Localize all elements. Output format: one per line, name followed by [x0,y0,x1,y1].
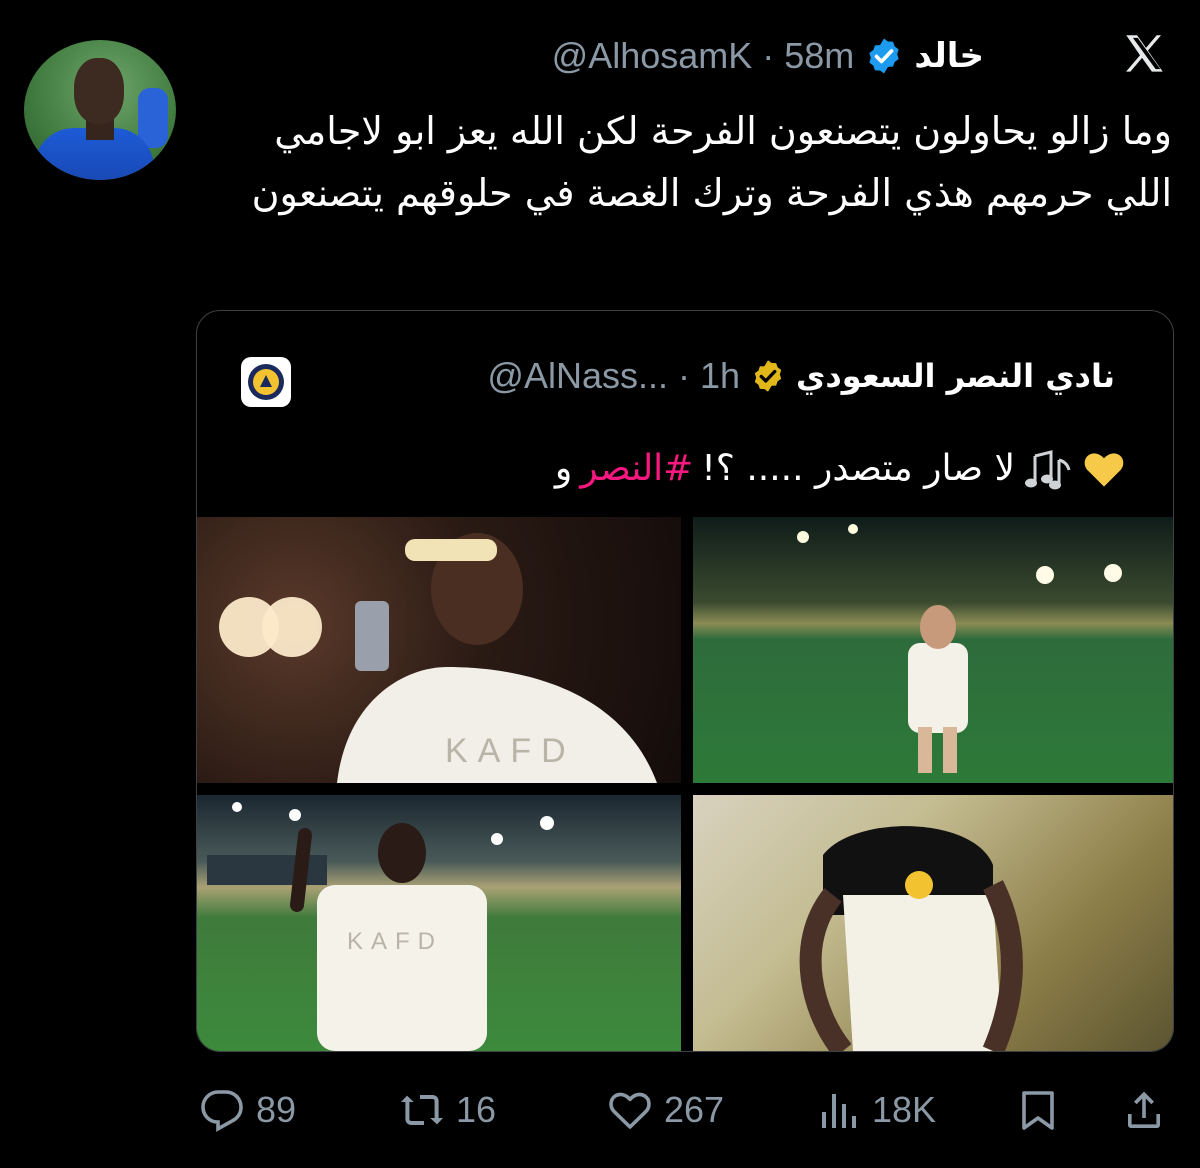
author-avatar[interactable] [24,40,176,180]
like-count: 267 [664,1089,725,1130]
quoted-author-name[interactable]: نادي النصر السعودي [796,357,1115,395]
x-logo-icon[interactable] [1120,30,1170,80]
media-grid: KAFD KAFD [197,517,1173,1051]
svg-text:KAFD: KAFD [347,928,443,955]
tweet-text: وما زالو يحاولون يتصنعون الفرحة لكن الله… [251,109,1172,215]
views-button[interactable]: 18K [814,1084,936,1136]
reply-button[interactable]: 89 [198,1084,296,1136]
al-nassr-logo[interactable] [241,357,291,407]
reply-count: 89 [256,1089,297,1130]
share-button[interactable] [1120,1084,1168,1136]
like-button[interactable]: 267 [606,1084,724,1136]
gold-verified-badge-icon [754,360,782,392]
quoted-tweet[interactable]: نادي النصر السعودي @AlNass... · 1h و #ال… [196,310,1174,1052]
verified-badge-icon [869,38,899,74]
quoted-text-rest: لا صار متصدر ..... ؟! [701,448,1015,489]
views-icon [822,1094,856,1128]
yellow-heart-icon [1084,453,1124,487]
author-handle-time[interactable]: @AlhosamK · 58m [552,35,855,77]
like-icon [609,1092,651,1129]
quoted-handle-time[interactable]: @AlNass... · 1h [487,355,740,397]
quoted-tweet-text: و #النصر لا صار متصدر ..... ؟! [555,439,1127,499]
photo-4[interactable] [693,795,1173,1051]
repost-count: 16 [456,1089,497,1130]
svg-text:KAFD: KAFD [445,732,576,770]
photo-3[interactable]: KAFD [197,795,681,1051]
action-bar: 89 16 267 18K [0,1070,1200,1150]
bookmark-button[interactable] [1014,1084,1062,1136]
photo-2[interactable] [693,517,1173,783]
quoted-text-prefix: و [554,448,573,489]
share-icon [1128,1091,1160,1128]
tweet-header: خالد @AlhosamK · 58m [552,28,984,84]
hashtag-link[interactable]: #النصر [580,439,693,499]
quoted-tweet-header: نادي النصر السعودي @AlNass... · 1h [487,351,1115,401]
views-count: 18K [872,1089,937,1130]
reply-icon [201,1090,243,1132]
bookmark-icon [1022,1091,1054,1130]
photo-1[interactable]: KAFD [197,517,681,783]
author-name[interactable]: خالد [914,36,984,76]
music-notes-icon [1025,450,1071,490]
repost-button[interactable]: 16 [398,1084,496,1136]
repost-icon [401,1095,443,1125]
